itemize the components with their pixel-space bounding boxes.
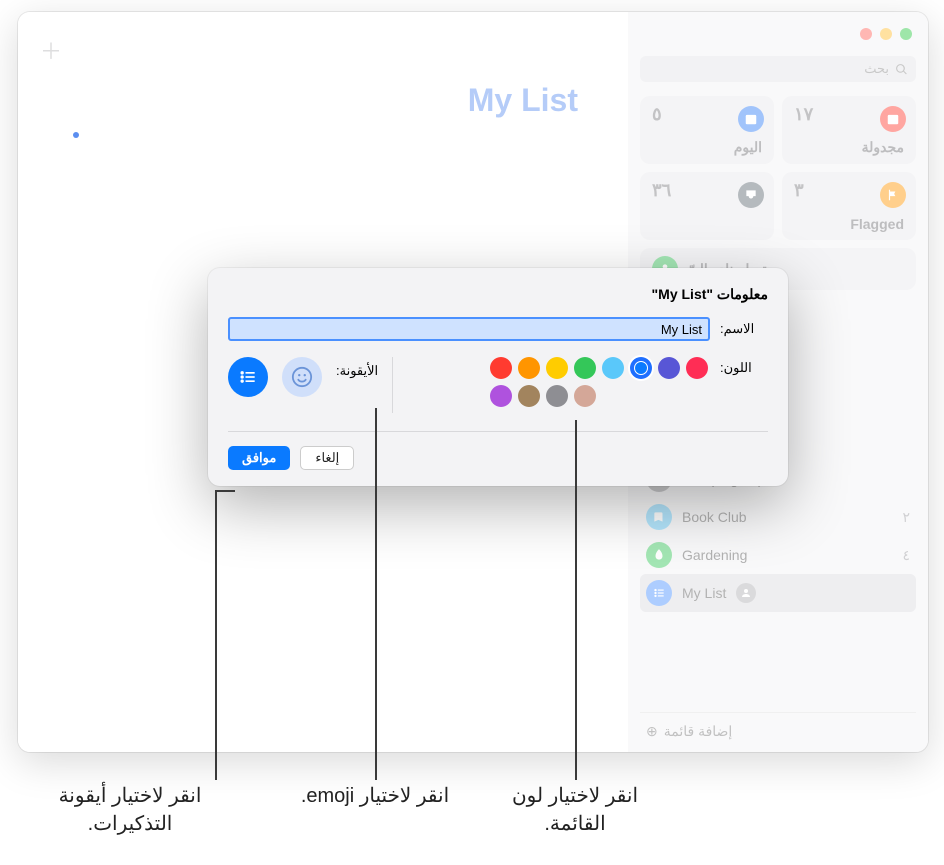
list-color-icon bbox=[646, 504, 672, 530]
callout-line-color bbox=[575, 420, 577, 780]
callout-line-emoji bbox=[375, 408, 377, 780]
page-title: My List bbox=[468, 82, 578, 119]
smiley-icon bbox=[291, 366, 313, 388]
color-swatch[interactable] bbox=[546, 385, 568, 407]
flagged-label: Flagged bbox=[850, 216, 904, 232]
traffic-lights bbox=[860, 28, 912, 40]
modal-divider bbox=[228, 431, 768, 432]
modal-title: معلومات "My List" bbox=[228, 286, 768, 303]
person-icon bbox=[736, 583, 756, 603]
smart-lists-grid: ١٧ مجدولة ٥ اليوم ٣ Flagged ٣٦ تم إسناده… bbox=[640, 96, 916, 290]
search-input[interactable]: بحث bbox=[640, 56, 916, 82]
today-count: ٥ bbox=[652, 104, 662, 125]
icon-label: الأيقونة: bbox=[336, 357, 378, 379]
smart-card-scheduled[interactable]: ١٧ مجدولة bbox=[782, 96, 916, 164]
color-swatch[interactable] bbox=[574, 385, 596, 407]
smart-card-flagged[interactable]: ٣ Flagged bbox=[782, 172, 916, 240]
color-swatches bbox=[490, 357, 710, 407]
color-swatch[interactable] bbox=[658, 357, 680, 379]
scheduled-label: مجدولة bbox=[862, 139, 904, 156]
cancel-button[interactable]: إلغاء bbox=[300, 446, 354, 470]
color-label: اللون: bbox=[720, 357, 768, 376]
all-count: ٣٦ bbox=[652, 180, 671, 201]
list-color-icon bbox=[646, 542, 672, 568]
list-label: Book Club bbox=[682, 509, 747, 525]
color-swatch[interactable] bbox=[546, 357, 568, 379]
add-list-label: إضافة قائمة bbox=[664, 723, 733, 740]
callout-text-color: انقر لاختيار لون القائمة. bbox=[480, 782, 670, 838]
ok-button[interactable]: موافق bbox=[228, 446, 290, 470]
callout-text-emoji: انقر لاختيار emoji. bbox=[290, 782, 460, 810]
today-icon bbox=[738, 106, 764, 132]
list-icon-button[interactable] bbox=[228, 357, 268, 397]
add-list-button[interactable]: إضافة قائمة ⊕ bbox=[640, 712, 916, 740]
maximize-window-button[interactable] bbox=[900, 28, 912, 40]
list-label: My List bbox=[682, 585, 726, 601]
callout-line-icon-h bbox=[215, 490, 235, 492]
scheduled-count: ١٧ bbox=[794, 104, 813, 125]
color-swatch[interactable] bbox=[490, 385, 512, 407]
search-icon bbox=[895, 63, 908, 76]
emoji-picker-button[interactable] bbox=[282, 357, 322, 397]
callout-text-icon: انقر لاختيار أيقونة التذكيرات. bbox=[25, 782, 235, 838]
color-swatch[interactable] bbox=[490, 357, 512, 379]
list-bullets-icon bbox=[238, 367, 258, 387]
flagged-count: ٣ bbox=[794, 180, 804, 201]
color-swatch[interactable] bbox=[630, 357, 652, 379]
vertical-divider bbox=[392, 357, 393, 413]
sidebar-list-item[interactable]: ٤ Gardening bbox=[640, 536, 916, 574]
close-window-button[interactable] bbox=[860, 28, 872, 40]
list-count: ٤ bbox=[902, 547, 910, 564]
callout-line-icon bbox=[215, 490, 217, 780]
list-label: Gardening bbox=[682, 547, 747, 563]
today-label: اليوم bbox=[734, 139, 762, 156]
sidebar-list-item[interactable]: My List bbox=[640, 574, 916, 612]
color-swatch[interactable] bbox=[518, 357, 540, 379]
color-swatch[interactable] bbox=[686, 357, 708, 379]
sidebar-list-item[interactable]: ٢ Book Club bbox=[640, 498, 916, 536]
tray-icon bbox=[738, 182, 764, 208]
calendar-icon bbox=[880, 106, 906, 132]
color-swatch[interactable] bbox=[518, 385, 540, 407]
list-color-icon bbox=[646, 580, 672, 606]
smart-card-all[interactable]: ٣٦ bbox=[640, 172, 774, 240]
smart-card-today[interactable]: ٥ اليوم bbox=[640, 96, 774, 164]
reminder-bullet bbox=[73, 132, 79, 138]
name-label: الاسم: bbox=[720, 321, 768, 337]
app-window: بحث ١٧ مجدولة ٥ اليوم ٣ Flagged ٣٦ bbox=[18, 12, 928, 752]
minimize-window-button[interactable] bbox=[880, 28, 892, 40]
list-name-input[interactable] bbox=[228, 317, 710, 341]
search-placeholder: بحث bbox=[864, 61, 889, 77]
list-info-modal: معلومات "My List" الاسم: اللون: الأيقونة… bbox=[208, 268, 788, 486]
plus-circle-icon: ⊕ bbox=[646, 723, 658, 740]
color-swatch[interactable] bbox=[602, 357, 624, 379]
add-reminder-button[interactable]: ＋ bbox=[40, 34, 62, 66]
flag-icon bbox=[880, 182, 906, 208]
list-count: ٢ bbox=[902, 509, 910, 526]
color-swatch[interactable] bbox=[574, 357, 596, 379]
